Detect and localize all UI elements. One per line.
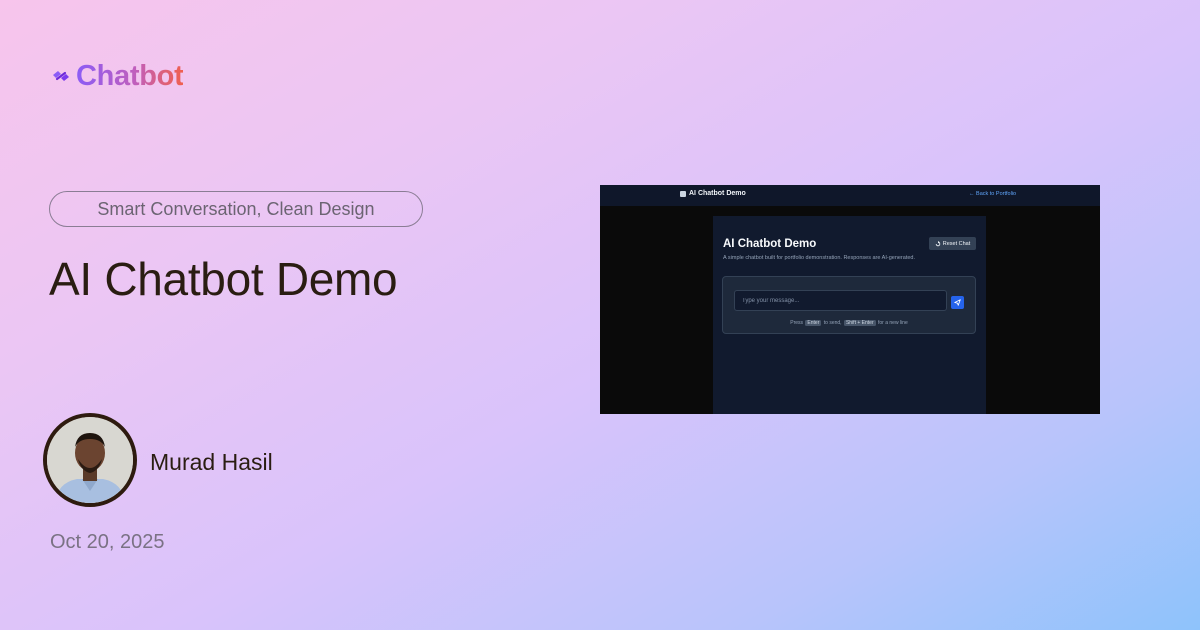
brand-logo[interactable]: Chatbot — [50, 58, 184, 94]
shift-enter-key-badge: Shift + Enter — [843, 320, 876, 326]
keyboard-hint: Press Enter to send, Shift + Enter for a… — [723, 320, 975, 326]
author-avatar — [43, 413, 137, 507]
navbar-title: AI Chatbot Demo — [689, 190, 746, 197]
send-button[interactable] — [951, 296, 964, 309]
reset-chat-label: Reset Chat — [942, 240, 971, 247]
hint-prefix: Press — [790, 320, 804, 326]
chat-input-card: Press Enter to send, Shift + Enter for a… — [722, 276, 976, 334]
send-icon — [954, 299, 961, 306]
robot-icon — [680, 190, 686, 197]
author-photo — [47, 417, 133, 503]
tagline-pill: Smart Conversation, Clean Design — [49, 191, 423, 227]
chat-panel-title: AI Chatbot Demo — [723, 238, 817, 250]
reset-icon — [935, 240, 940, 246]
app-screenshot: AI Chatbot Demo ← Back to Portfolio AI C… — [600, 185, 1100, 414]
hint-suffix: for a new line — [878, 320, 908, 326]
page-title: AI Chatbot Demo — [49, 253, 398, 305]
navbar-brand[interactable]: AI Chatbot Demo — [680, 190, 746, 197]
chat-panel-subtitle: A simple chatbot built for portfolio dem… — [723, 255, 915, 261]
back-to-portfolio-link[interactable]: ← Back to Portfolio — [969, 191, 1016, 197]
chat-panel: AI Chatbot Demo Reset Chat A simple chat… — [713, 216, 986, 414]
author-name: Murad Hasil — [150, 449, 273, 475]
publish-date: Oct 20, 2025 — [50, 531, 165, 553]
app-navbar: AI Chatbot Demo ← Back to Portfolio — [600, 185, 1100, 206]
hint-middle: to send, — [823, 320, 842, 326]
link-icon — [50, 65, 72, 87]
brand-name: Chatbot — [76, 59, 184, 92]
reset-chat-button[interactable]: Reset Chat — [929, 237, 976, 250]
enter-key-badge: Enter — [805, 320, 822, 326]
message-input[interactable] — [734, 290, 947, 311]
